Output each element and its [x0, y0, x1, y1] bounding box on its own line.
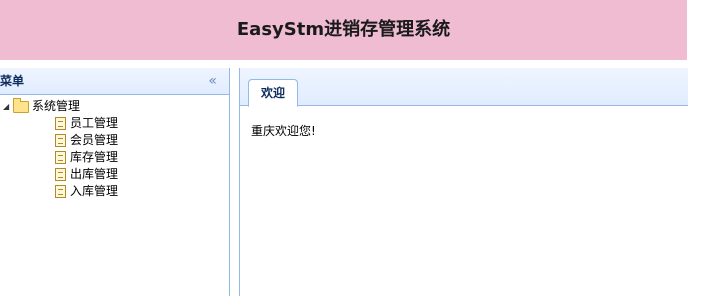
tree-item-outbound-management[interactable]: 出库管理 [0, 166, 229, 183]
tree-item-label: 员工管理 [70, 116, 119, 130]
tree-item-member-management[interactable]: 会员管理 [0, 132, 229, 149]
sidebar-header: 菜单 « [0, 68, 229, 95]
tree-node-label: 系统管理 [32, 99, 81, 113]
folder-open-icon [13, 98, 29, 113]
tree-item-label: 出库管理 [70, 167, 119, 181]
tab-welcome[interactable]: 欢迎 [248, 79, 298, 107]
app-header: EasyStm进销存管理系统 [0, 0, 687, 60]
app-title: EasyStm进销存管理系统 [236, 19, 451, 40]
tab-bar: 欢迎 [240, 68, 688, 107]
file-icon [55, 134, 66, 147]
main-content-panel: 欢迎 重庆欢迎您! [239, 68, 688, 296]
tree-item-employee-management[interactable]: 员工管理 [0, 115, 229, 132]
tree-expand-triangle-icon[interactable]: ◢ [3, 98, 13, 115]
tree-item-inbound-management[interactable]: 入库管理 [0, 183, 229, 200]
welcome-message: 重庆欢迎您! [251, 124, 316, 138]
file-icon [55, 151, 66, 164]
tree-node-system-management[interactable]: ◢ 系统管理 [0, 98, 229, 115]
window-margin [687, 0, 720, 296]
sidebar-title: 菜单 [0, 74, 25, 88]
collapse-double-chevron-icon[interactable]: « [208, 68, 217, 94]
file-icon [55, 117, 66, 130]
menu-tree: ◢ 系统管理 员工管理 会员管理 库存管理 出库管理 入库管理 [0, 95, 229, 200]
tree-item-label: 库存管理 [70, 150, 119, 164]
file-icon [55, 185, 66, 198]
tree-item-label: 会员管理 [70, 133, 119, 147]
tree-item-inventory-management[interactable]: 库存管理 [0, 149, 229, 166]
file-icon [55, 168, 66, 181]
sidebar-menu-panel: 菜单 « ◢ 系统管理 员工管理 会员管理 库存管理 出库管理 入库管理 [0, 68, 230, 296]
tree-item-label: 入库管理 [70, 184, 119, 198]
